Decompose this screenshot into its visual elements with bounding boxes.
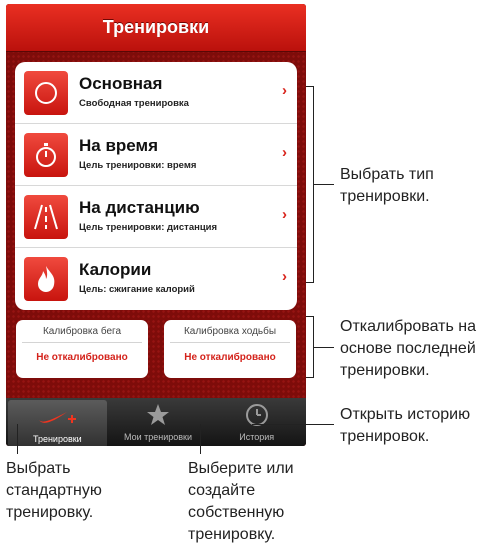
workout-row-calories[interactable]: Калории Цель: сжигание калорий › [15,248,297,310]
workout-title: На дистанцию [79,198,200,217]
run-calibration-button[interactable]: Калибровка бега Не откалибровано [16,320,148,378]
callout-bracket [306,86,314,283]
callout-line [314,184,334,186]
workout-subtitle: Цель тренировки: время [79,160,197,171]
callout-standard-workout: Выбрать стандартную тренировку. [6,460,102,521]
flame-icon [24,257,68,301]
callout-choose-type: Выбрать тип тренировки. [340,166,434,205]
callout-bracket [306,316,314,378]
chevron-right-icon: › [282,268,287,285]
star-icon [109,403,208,427]
navigation-bar: Тренировки [6,4,306,52]
chevron-right-icon: › [282,82,287,99]
road-icon [24,195,68,239]
callout-line [314,347,334,349]
workout-row-basic[interactable]: Основная Свободная тренировка › [15,62,297,124]
tab-my-workouts[interactable]: Мои тренировки [109,398,208,446]
callout-custom-workout: Выберите или создайте собственную тренир… [188,460,294,543]
workout-title: Основная [79,74,163,93]
screen-title: Тренировки [102,17,210,37]
callout-line [200,424,202,454]
annotated-screenshot: Тренировки Основная Свободная тренировка… [0,0,504,548]
walk-calibration-status: Не откалибровано [184,352,276,363]
workout-row-time[interactable]: На время Цель тренировки: время › [15,124,297,186]
tab-bar: Тренировки Мои тренировки История [6,398,306,446]
workout-title: Калории [79,260,152,279]
phone-frame: Тренировки Основная Свободная тренировка… [6,4,306,446]
tab-history[interactable]: История [207,398,306,446]
workout-subtitle: Свободная тренировка [79,98,189,109]
screen: Тренировки Основная Свободная тренировка… [6,4,306,446]
workout-row-distance[interactable]: На дистанцию Цель тренировки: дистанция … [15,186,297,248]
chevron-right-icon: › [282,144,287,161]
tab-label: Тренировки [32,434,82,444]
nike-swoosh-plus-icon [8,405,107,429]
tab-label: История [239,432,275,442]
callout-line [252,424,334,426]
walk-calibration-button[interactable]: Калибровка ходьбы Не откалибровано [164,320,296,378]
callout-line [17,424,19,454]
divider [170,342,290,343]
workout-title: На время [79,136,159,155]
workout-subtitle: Цель тренировки: дистанция [79,222,218,233]
workout-subtitle: Цель: сжигание калорий [79,284,195,295]
walk-calibration-title: Калибровка ходьбы [183,326,277,337]
chevron-right-icon: › [282,206,287,223]
stopwatch-icon [24,133,68,177]
run-calibration-title: Калибровка бега [42,326,122,337]
run-calibration-status: Не откалибровано [36,352,128,363]
tab-label: Мои тренировки [123,432,193,442]
callout-calibrate: Откалибровать на основе последней тренир… [340,318,476,379]
circle-icon [24,71,68,115]
divider [22,342,142,343]
callout-history: Открыть историю тренировок. [340,406,471,445]
tab-workouts[interactable]: Тренировки [8,400,107,446]
workout-type-list: Основная Свободная тренировка › На время… [15,62,297,310]
